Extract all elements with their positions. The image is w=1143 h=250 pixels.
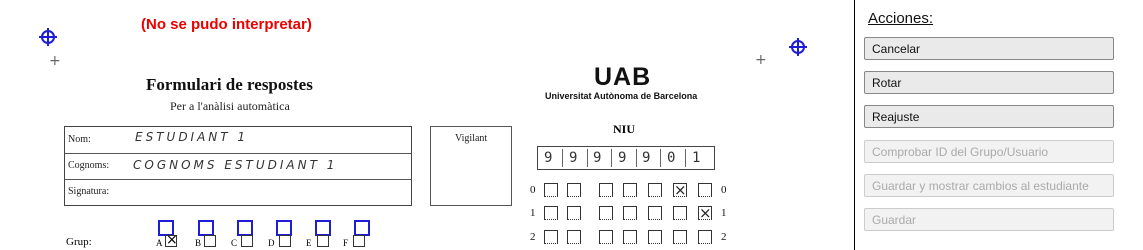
niu-bubble[interactable] <box>623 230 637 244</box>
signature-label: Signatura: <box>68 186 110 197</box>
form-subtitle: Per a l'anàlisi automàtica <box>170 99 290 113</box>
group-option-letter: A <box>156 238 163 248</box>
niu-divider <box>660 149 661 167</box>
readjust-button[interactable]: Reajuste <box>864 105 1114 128</box>
group-checkbox[interactable] <box>317 235 329 247</box>
vigilant-label: Vigilant <box>455 133 488 144</box>
niu-bubble[interactable] <box>567 206 581 220</box>
group-option-letter: D <box>268 238 275 248</box>
group-option-letter: F <box>343 238 349 248</box>
group-detection-box[interactable] <box>276 220 292 236</box>
crosshair-target-icon[interactable] <box>788 37 808 57</box>
surname-handwritten: COGNOMS ESTUDIANT 1 <box>133 158 338 172</box>
surname-label: Cognoms: <box>68 160 110 171</box>
niu-digit: 9 <box>569 150 578 166</box>
scanned-form-viewer: (No se pudo interpretar) + + Formulari d… <box>0 0 854 250</box>
niu-digit: 0 <box>667 150 676 166</box>
niu-digit: 9 <box>593 150 602 166</box>
check-group-user-id-button[interactable]: Comprobar ID del Grupo/Usuario <box>864 140 1114 163</box>
niu-bubble[interactable] <box>544 183 558 197</box>
niu-bubble[interactable] <box>544 230 558 244</box>
university-name: Universitat Autònoma de Barcelona <box>545 91 698 101</box>
name-handwritten: ESTUDIANT 1 <box>135 130 249 144</box>
surname-row: Cognoms: COGNOMS ESTUDIANT 1 <box>65 153 411 180</box>
niu-divider <box>685 149 686 167</box>
group-option-letter: B <box>195 238 202 248</box>
niu-bubble[interactable] <box>544 206 558 220</box>
bubble-row-label: 1 <box>721 207 727 219</box>
niu-bubble[interactable] <box>623 183 637 197</box>
actions-panel: Acciones: Cancelar Rotar Reajuste Compro… <box>854 0 1143 250</box>
group-checkbox[interactable] <box>353 235 365 247</box>
niu-digit: 1 <box>692 150 701 166</box>
group-option-letter: E <box>306 238 312 248</box>
group-detection-box[interactable] <box>354 220 370 236</box>
group-checkbox[interactable] <box>279 235 291 247</box>
bubble-row-label: 2 <box>721 231 727 243</box>
group-checkbox[interactable] <box>204 235 216 247</box>
name-row: Nom: ESTUDIANT 1 <box>65 127 411 154</box>
niu-bubble[interactable] <box>599 206 613 220</box>
registration-mark-icon: + <box>49 53 61 69</box>
niu-bubble[interactable] <box>673 206 687 220</box>
niu-divider <box>587 149 588 167</box>
niu-bubble[interactable] <box>648 206 662 220</box>
signature-row: Signatura: <box>65 179 411 205</box>
bubble-row-label: 2 <box>530 231 536 243</box>
niu-digit: 9 <box>618 150 627 166</box>
niu-bubble[interactable] <box>698 230 712 244</box>
niu-bubble[interactable] <box>567 230 581 244</box>
university-logo: UAB <box>594 63 652 91</box>
niu-bubble[interactable] <box>648 230 662 244</box>
niu-divider <box>636 149 637 167</box>
crosshair-target-icon[interactable] <box>38 27 58 47</box>
group-detection-box[interactable] <box>315 220 331 236</box>
form-title: Formulari de respostes <box>146 75 313 94</box>
bubble-row-label: 0 <box>721 184 727 196</box>
niu-bubble-marked[interactable] <box>673 181 687 199</box>
bubble-row-label: 0 <box>530 184 536 196</box>
niu-label: NIU <box>613 122 636 136</box>
save-button[interactable]: Guardar <box>864 208 1114 231</box>
niu-bubble[interactable] <box>567 183 581 197</box>
niu-divider <box>562 149 563 167</box>
name-label: Nom: <box>68 134 91 145</box>
group-checkbox-marked[interactable] <box>165 232 178 248</box>
group-checkbox[interactable] <box>241 235 253 247</box>
group-option-letter: C <box>231 238 238 248</box>
cancel-button[interactable]: Cancelar <box>864 37 1114 60</box>
niu-bubble[interactable] <box>599 183 613 197</box>
registration-mark-icon: + <box>755 52 767 68</box>
student-id-box: Nom: ESTUDIANT 1 Cognoms: COGNOMS ESTUDI… <box>64 126 412 206</box>
actions-title: Acciones: <box>868 10 934 27</box>
group-label: Grup: <box>66 236 92 248</box>
niu-bubble[interactable] <box>599 230 613 244</box>
rotate-button[interactable]: Rotar <box>864 71 1114 94</box>
niu-bubble[interactable] <box>673 230 687 244</box>
niu-digit: 9 <box>642 150 651 166</box>
niu-bubble[interactable] <box>623 206 637 220</box>
niu-digit: 9 <box>544 150 553 166</box>
parse-error-message: (No se pudo interpretar) <box>141 16 312 33</box>
vigilant-box: Vigilant <box>430 126 512 206</box>
bubble-row-label: 1 <box>530 207 536 219</box>
niu-divider <box>611 149 612 167</box>
group-detection-box[interactable] <box>237 220 253 236</box>
niu-bubble[interactable] <box>648 183 662 197</box>
niu-bubble[interactable] <box>698 183 712 197</box>
group-detection-box[interactable] <box>198 220 214 236</box>
save-and-show-student-button[interactable]: Guardar y mostrar cambios al estudiante <box>864 174 1114 197</box>
niu-bubble-marked[interactable] <box>698 204 712 222</box>
niu-digit-box: 9 9 9 9 9 0 1 <box>537 146 715 170</box>
